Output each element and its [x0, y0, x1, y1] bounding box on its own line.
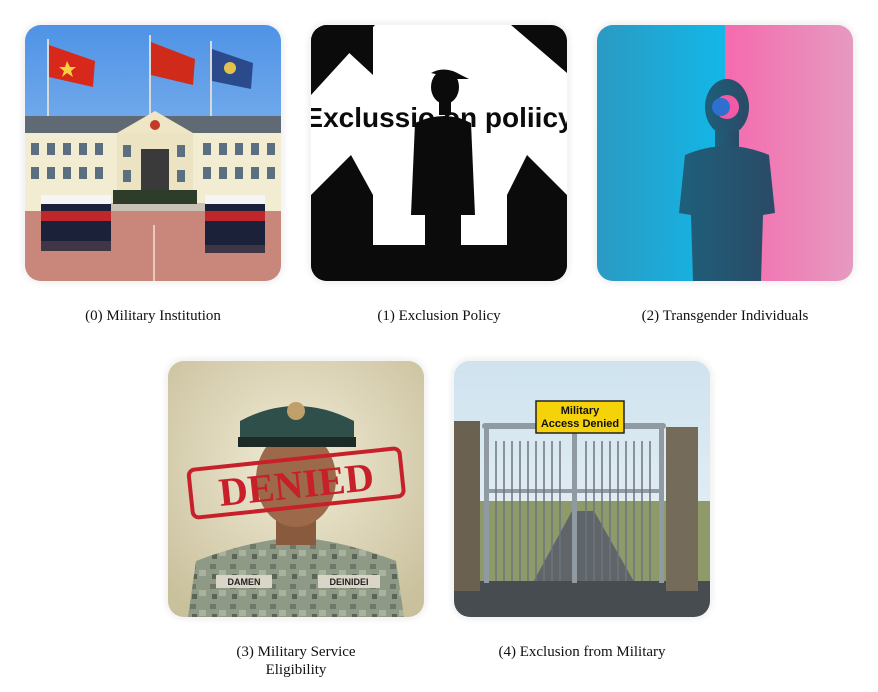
military-building-image: [25, 25, 281, 281]
gate-sign-line2: Access Denied: [541, 418, 619, 430]
military-institution-image: [25, 25, 281, 281]
caption-military-institution: (0) Military Institution: [85, 308, 221, 324]
exclusion-policy-image: Exclussio on poliicy: [311, 25, 567, 281]
gate-sign-line1: Military: [561, 405, 600, 417]
name-tag-left: DAMEN: [228, 577, 261, 587]
exclusion-image-text: Exclussio on poliicy: [311, 102, 567, 133]
caption-exclusion-from-military: (4) Exclusion from Military: [498, 644, 666, 660]
exclusion-from-military-image: Military Access Denied: [454, 361, 710, 617]
transgender-individuals-image: [597, 25, 853, 281]
caption-military-service-eligibility: (3) Military Service Eligibility: [236, 644, 356, 678]
military-service-eligibility-image: DENIED DAMEN DEINIDEI: [168, 361, 424, 617]
exclusion-silhouette-image: Exclussio on poliicy: [311, 25, 567, 281]
caption-transgender-individuals: (2) Transgender Individuals: [641, 308, 809, 324]
gate-sign-image: Military Access Denied: [454, 361, 710, 617]
denied-soldier-image: DENIED DAMEN DEINIDEI: [168, 361, 424, 617]
silhouette-gradient-image: [597, 25, 853, 281]
name-tag-right: DEINIDEI: [329, 577, 368, 587]
caption-exclusion-policy: (1) Exclusion Policy: [377, 308, 501, 324]
